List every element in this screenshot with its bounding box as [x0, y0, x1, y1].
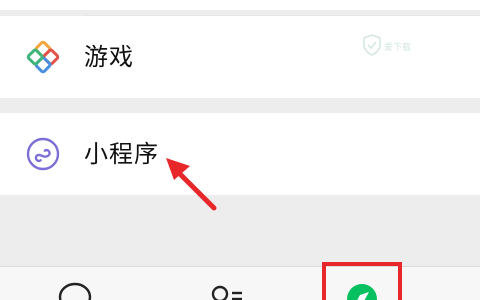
previous-row [0, 0, 480, 10]
tab-contacts[interactable] [190, 267, 260, 300]
menu-item-games[interactable]: 游戏 爱下载 [0, 16, 480, 98]
menu-item-label: 小程序 [84, 140, 159, 168]
watermark-text: 爱下载 [384, 43, 412, 53]
menu-item-label: 游戏 [84, 43, 134, 71]
annotation-arrow [166, 158, 217, 211]
chat-bubble-icon [58, 282, 92, 300]
tab-chats[interactable] [40, 267, 110, 300]
annotation-highlight-box [322, 262, 402, 300]
contacts-icon [211, 285, 242, 300]
bottom-tab-bar [0, 266, 480, 300]
shield-icon [363, 34, 381, 56]
mini-programs-icon [26, 137, 60, 171]
menu-item-mini-programs[interactable]: 小程序 [0, 113, 480, 195]
watermark-logo: 爱下载 [362, 34, 412, 78]
games-icon [26, 40, 60, 74]
